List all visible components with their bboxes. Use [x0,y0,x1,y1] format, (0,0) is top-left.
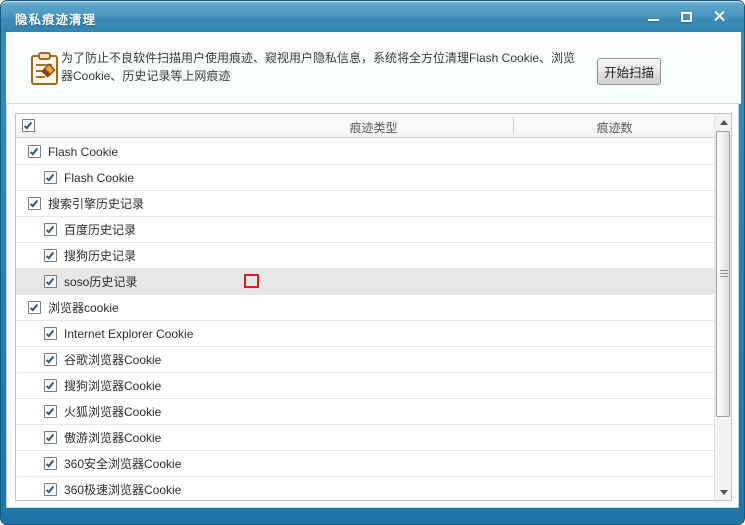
row-checkbox[interactable] [44,171,57,184]
check-icon [45,354,55,363]
description-text: 为了防止不良软件扫描用户使用痕迹、窥视用户隐私信息，系统将全方位清理Flash … [61,51,576,83]
table-header: 痕迹类型 痕迹数 [16,114,731,138]
row-label: Flash Cookie [48,144,119,159]
row-label: Internet Explorer Cookie [64,326,194,341]
check-icon [45,172,55,181]
check-icon [45,406,55,415]
triangle-down-icon [719,489,728,495]
row-checkbox[interactable] [44,405,57,418]
scrollbar-grip-icon [720,270,728,279]
table-row[interactable]: 360安全浏览器Cookie [16,451,731,477]
table-row[interactable]: 火狐浏览器Cookie [16,399,731,425]
start-scan-button[interactable]: 开始扫描 [597,58,661,85]
maximize-button[interactable] [678,8,695,25]
vertical-scrollbar[interactable] [714,114,731,500]
titlebar: 隐私痕迹清理 [1,1,744,32]
check-icon [45,328,55,337]
row-checkbox[interactable] [44,353,57,366]
table-row[interactable]: 百度历史记录 [16,217,731,243]
row-label: Flash Cookie [64,170,135,185]
check-icon [45,484,55,493]
row-checkbox[interactable] [44,327,57,340]
row-checkbox[interactable] [44,379,57,392]
row-checkbox[interactable] [44,431,57,444]
row-label: 搜索引擎历史记录 [48,197,145,211]
row-checkbox[interactable] [44,223,57,236]
row-checkbox[interactable] [28,301,41,314]
table-row[interactable]: 浏览器cookie [16,295,731,321]
clipboard-pencil-icon [31,52,58,85]
close-icon [713,10,726,23]
scroll-up-button[interactable] [715,114,731,130]
row-checkbox[interactable] [44,275,57,288]
row-label: 傲游浏览器Cookie [64,431,162,445]
column-header-trace-count: 痕迹数 [596,121,633,135]
row-checkbox[interactable] [28,197,41,210]
scrollbar-thumb[interactable] [716,131,730,417]
table-row[interactable]: Flash Cookie [16,139,731,165]
check-icon [29,198,39,207]
close-button[interactable] [711,8,728,25]
table-row[interactable]: 360极速浏览器Cookie [16,477,731,500]
check-icon [29,302,39,311]
annotation-red-box [244,274,259,288]
check-icon [45,250,55,259]
table-row[interactable]: 搜狗历史记录 [16,243,731,269]
row-label: 谷歌浏览器Cookie [64,353,162,367]
row-checkbox[interactable] [28,145,41,158]
check-icon [45,458,55,467]
content-area: 为了防止不良软件扫描用户使用痕迹、窥视用户隐私信息，系统将全方位清理Flash … [6,32,741,508]
table-row[interactable]: soso历史记录 [16,269,731,295]
row-checkbox[interactable] [44,483,57,496]
row-label: 360安全浏览器Cookie [64,457,182,471]
window-title: 隐私痕迹清理 [15,13,97,27]
table-row[interactable]: 搜狗浏览器Cookie [16,373,731,399]
description-panel: 为了防止不良软件扫描用户使用痕迹、窥视用户隐私信息，系统将全方位清理Flash … [6,32,741,104]
trace-table: 痕迹类型 痕迹数 Flash Cookie Flash Cookie 搜索引擎历史记… [15,113,732,501]
row-label: 百度历史记录 [64,223,137,237]
check-icon [45,432,55,441]
window-controls [645,1,728,32]
row-label: 搜狗历史记录 [64,249,137,263]
row-label: 火狐浏览器Cookie [64,405,162,419]
row-label: soso历史记录 [64,275,138,289]
scroll-down-button[interactable] [715,484,731,500]
minimize-icon [648,19,659,21]
table-row[interactable]: Flash Cookie [16,165,731,191]
row-checkbox[interactable] [44,457,57,470]
table-row[interactable]: 傲游浏览器Cookie [16,425,731,451]
row-label: 搜狗浏览器Cookie [64,379,162,393]
check-icon [45,276,55,285]
triangle-up-icon [719,119,728,125]
table-row[interactable]: 谷歌浏览器Cookie [16,347,731,373]
check-icon [45,224,55,233]
table-row[interactable]: 搜索引擎历史记录 [16,191,731,217]
table-body: Flash Cookie Flash Cookie 搜索引擎历史记录 百度历史记录 搜狗… [16,139,731,500]
row-checkbox[interactable] [44,249,57,262]
privacy-clean-window: 隐私痕迹清理 为了防止不良软件扫描用户使用痕迹、窥视用户隐私信息，系统将全方位清… [0,0,745,525]
row-label: 360极速浏览器Cookie [64,483,182,497]
table-row[interactable]: Internet Explorer Cookie [16,321,731,347]
check-icon [45,380,55,389]
row-label: 浏览器cookie [48,301,119,315]
check-icon [29,146,39,155]
maximize-icon [681,11,692,22]
minimize-button[interactable] [645,8,662,25]
